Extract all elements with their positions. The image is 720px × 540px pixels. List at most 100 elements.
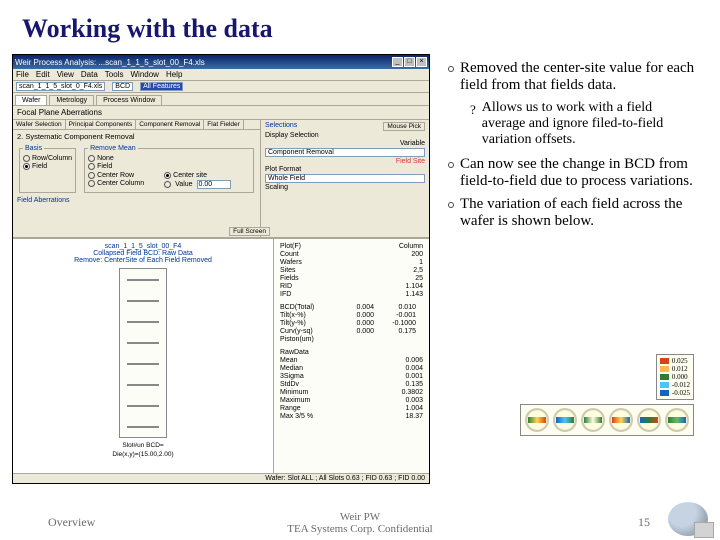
opt-none-label: None xyxy=(97,155,114,162)
subtab-flat-fielder[interactable]: Flat Fielder xyxy=(204,120,244,129)
chart-title-3: Remove: CenterSite of Each Field Removed xyxy=(17,257,269,264)
wafer-thumb xyxy=(609,408,633,432)
stat-val: 1.104 xyxy=(405,283,423,290)
file-select[interactable]: scan_1_1_5_slot_0_F4.xls xyxy=(16,82,105,91)
mini-figures: 0.025 0.012 0.000 -0.012 -0.025 xyxy=(520,354,694,436)
stat-val: 25 xyxy=(415,275,423,282)
radio-field2[interactable] xyxy=(88,163,95,170)
toolbar: scan_1_1_5_slot_0_F4.xls BCD All Feature… xyxy=(13,81,429,93)
selections-panel: SelectionsMouse Pick Display Selection V… xyxy=(261,120,429,237)
footer-left: Overview xyxy=(48,515,95,530)
opt-centerrow-label: Center Row xyxy=(97,172,134,179)
field-aberrations-label: Field Aberrations xyxy=(17,197,70,204)
stats-h1: Plot(F) xyxy=(280,243,301,250)
window-title: Weir Process Analysis: ...scan_1_1_5_slo… xyxy=(15,58,205,67)
mode-select[interactable]: BCD xyxy=(112,82,133,91)
legend-val: -0.025 xyxy=(672,389,690,397)
display-selection-label: Display Selection xyxy=(265,132,425,139)
value-input[interactable]: 0.00 xyxy=(197,180,231,189)
stat-val: 200 xyxy=(411,251,423,258)
full-screen-button[interactable]: Full Screen xyxy=(229,227,270,236)
stat-val: 0.006 xyxy=(405,357,423,364)
subtab-wafer-selection[interactable]: Wafer Selection xyxy=(13,120,66,129)
radio-field[interactable] xyxy=(23,163,30,170)
mouse-pick-button[interactable]: Mouse Pick xyxy=(383,122,425,131)
menu-window[interactable]: Window xyxy=(130,70,158,79)
stat-label: Sites xyxy=(280,267,296,274)
window-titlebar: Weir Process Analysis: ...scan_1_1_5_slo… xyxy=(13,55,429,69)
stat-label: Range xyxy=(280,405,301,412)
legend-val: 0.012 xyxy=(672,365,688,373)
stat-label: Curv(y-sq) xyxy=(280,328,332,335)
remove-mean-group: Remove Mean None Field Center Row Center… xyxy=(84,145,254,193)
stat-val: 1 xyxy=(419,259,423,266)
legend-swatch xyxy=(660,382,669,388)
tab-metrology[interactable]: Metrology xyxy=(49,95,94,105)
stat-val: 1.143 xyxy=(405,291,423,298)
bullet-icon xyxy=(448,162,454,168)
menu-help[interactable]: Help xyxy=(166,70,182,79)
stat-label: Max 3/5 % xyxy=(280,413,313,420)
stat-label: Minimum xyxy=(280,389,308,396)
feature-select[interactable]: All Features xyxy=(140,82,183,91)
opt-centercol-label: Center Column xyxy=(97,180,144,187)
basis-legend: Basis xyxy=(23,145,44,152)
menu-bar: File Edit View Data Tools Window Help xyxy=(13,69,429,81)
stat-label: StdDv xyxy=(280,381,299,388)
bullet-1a: Allows us to work with a field average a… xyxy=(482,100,698,148)
radio-center-site[interactable] xyxy=(164,172,171,179)
chart-title-1: scan_1_1_5_slot_00_F4 xyxy=(17,243,269,250)
rawdata-heading: RawData xyxy=(280,349,423,356)
menu-edit[interactable]: Edit xyxy=(36,70,50,79)
basis-field-label: Field xyxy=(32,163,47,170)
menu-tools[interactable]: Tools xyxy=(105,70,124,79)
wafer-thumb xyxy=(581,408,605,432)
stat-val: 18.37 xyxy=(405,413,423,420)
menu-view[interactable]: View xyxy=(57,70,74,79)
subtab-principal-components[interactable]: Principal Components xyxy=(66,120,137,129)
wafer-thumb xyxy=(637,408,661,432)
subtab-component-removal[interactable]: Component Removal xyxy=(136,120,204,129)
wafer-thumb xyxy=(525,408,549,432)
chart-strip xyxy=(119,268,167,438)
menu-file[interactable]: File xyxy=(16,70,29,79)
stat-val: 1.004 xyxy=(405,405,423,412)
stat-val: 0.000 xyxy=(332,320,374,327)
radio-none[interactable] xyxy=(88,155,95,162)
opt-field-label: Field xyxy=(97,163,112,170)
radio-row-column[interactable] xyxy=(23,155,30,162)
legend-swatch xyxy=(660,390,669,396)
stat-val: 0.135 xyxy=(405,381,423,388)
radio-center-row[interactable] xyxy=(88,172,95,179)
legend-swatch xyxy=(660,358,669,364)
globe-icon xyxy=(668,502,708,536)
radio-value[interactable] xyxy=(164,181,171,188)
maximize-button[interactable]: □ xyxy=(404,57,415,67)
component-removal-select[interactable]: Component Removal xyxy=(265,148,425,157)
wafer-thumb xyxy=(553,408,577,432)
stat-label: Mean xyxy=(280,357,298,364)
radio-center-column[interactable] xyxy=(88,180,95,187)
whole-field-select[interactable]: Whole Field xyxy=(265,174,425,183)
stat-val: -0.001 xyxy=(374,312,416,319)
minimize-button[interactable]: _ xyxy=(392,57,403,67)
menu-data[interactable]: Data xyxy=(81,70,98,79)
legend-val: -0.012 xyxy=(672,381,690,389)
app-window: Weir Process Analysis: ...scan_1_1_5_slo… xyxy=(12,54,430,484)
tab-process-window[interactable]: Process Window xyxy=(96,95,162,105)
legend-val: 0.025 xyxy=(672,357,688,365)
close-button[interactable]: × xyxy=(416,57,427,67)
selections-label: Selections xyxy=(265,122,297,131)
stat-val: 0.003 xyxy=(405,397,423,404)
chart-title-2: Collapsed Field BCD: Raw Data xyxy=(17,250,269,257)
stat-label: RID xyxy=(280,283,292,290)
bullet-2: Can now see the change in BCD from field… xyxy=(460,156,698,190)
slide-title: Working with the data xyxy=(0,0,720,54)
tab-wafer[interactable]: Wafer xyxy=(15,95,47,105)
panel-title: Focal Plane Aberrations xyxy=(13,106,429,120)
field-site-label: Field Site xyxy=(265,158,425,165)
stat-val: 0.001 xyxy=(405,373,423,380)
basis-rowcol-label: Row/Column xyxy=(32,155,72,162)
page-number: 15 xyxy=(638,515,650,530)
stat-val: 0.004 xyxy=(332,304,374,311)
